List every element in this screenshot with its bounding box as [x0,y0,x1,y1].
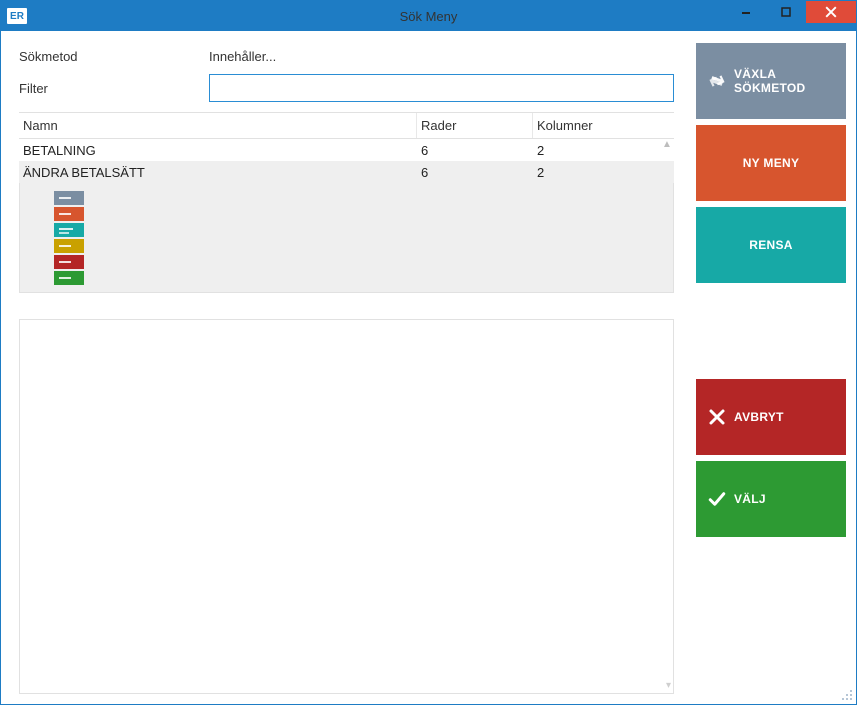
content-area: Sökmetod Innehåller... Filter Namn Rader… [1,31,856,704]
titlebar: ER Sök Meny [1,1,856,31]
menu-preview-panel [19,183,674,293]
cross-icon [708,408,726,426]
new-menu-button[interactable]: NY MENY [696,125,846,201]
filter-input[interactable] [209,74,674,102]
main-panel: Sökmetod Innehåller... Filter Namn Rader… [1,31,688,704]
column-header-cols[interactable]: Kolumner [533,113,674,138]
app-icon: ER [7,8,27,24]
app-window: ER Sök Meny Sökmetod Innehåller... Filte… [0,0,857,705]
preview-tile-stack [54,191,663,285]
search-method-row: Sökmetod Innehåller... [19,49,674,64]
side-panel: VÄXLA SÖKMETOD NY MENY RENSA AVBRYT VÄLJ [688,31,856,704]
cell-rows: 6 [417,143,533,158]
filter-row: Filter [19,74,674,102]
search-method-label: Sökmetod [19,49,209,64]
search-method-value: Innehåller... [209,49,276,64]
cell-rows: 6 [417,165,533,180]
column-header-name[interactable]: Namn [19,113,417,138]
details-panel: ▾ [19,319,674,694]
preview-tile [54,207,84,221]
table-row[interactable]: BETALNING 6 2 [19,139,674,161]
scroll-down-hint-icon: ▾ [666,680,671,691]
select-button[interactable]: VÄLJ [696,461,846,537]
button-label: AVBRYT [734,410,784,424]
resize-grip-icon[interactable] [841,689,855,703]
cell-cols: 2 [533,143,674,158]
column-header-rows[interactable]: Rader [417,113,533,138]
window-controls [726,1,856,23]
table-row[interactable]: ÄNDRA BETALSÄTT 6 2 [19,161,674,183]
maximize-button[interactable] [766,1,806,23]
cell-name: BETALNING [19,143,417,158]
side-spacer [696,289,846,373]
table-body: BETALNING 6 2 ÄNDRA BETALSÄTT 6 2 ▲ [19,139,674,183]
button-label: RENSA [749,238,793,252]
close-button[interactable] [806,1,856,23]
preview-tile [54,255,84,269]
preview-tile [54,239,84,253]
clear-button[interactable]: RENSA [696,207,846,283]
minimize-button[interactable] [726,1,766,23]
check-icon [708,490,726,508]
table-header: Namn Rader Kolumner [19,113,674,139]
results-table: Namn Rader Kolumner BETALNING 6 2 ÄNDRA … [19,112,674,293]
cancel-button[interactable]: AVBRYT [696,379,846,455]
switch-search-method-button[interactable]: VÄXLA SÖKMETOD [696,43,846,119]
cell-name: ÄNDRA BETALSÄTT [19,165,417,180]
preview-tile [54,223,84,237]
cell-cols: 2 [533,165,674,180]
button-label: NY MENY [743,156,800,170]
button-label: VÄXLA SÖKMETOD [734,67,834,95]
swap-icon [708,72,726,90]
button-label: VÄLJ [734,492,766,506]
scroll-up-hint-icon: ▲ [660,139,674,159]
preview-tile [54,191,84,205]
filter-label: Filter [19,81,209,96]
preview-tile [54,271,84,285]
